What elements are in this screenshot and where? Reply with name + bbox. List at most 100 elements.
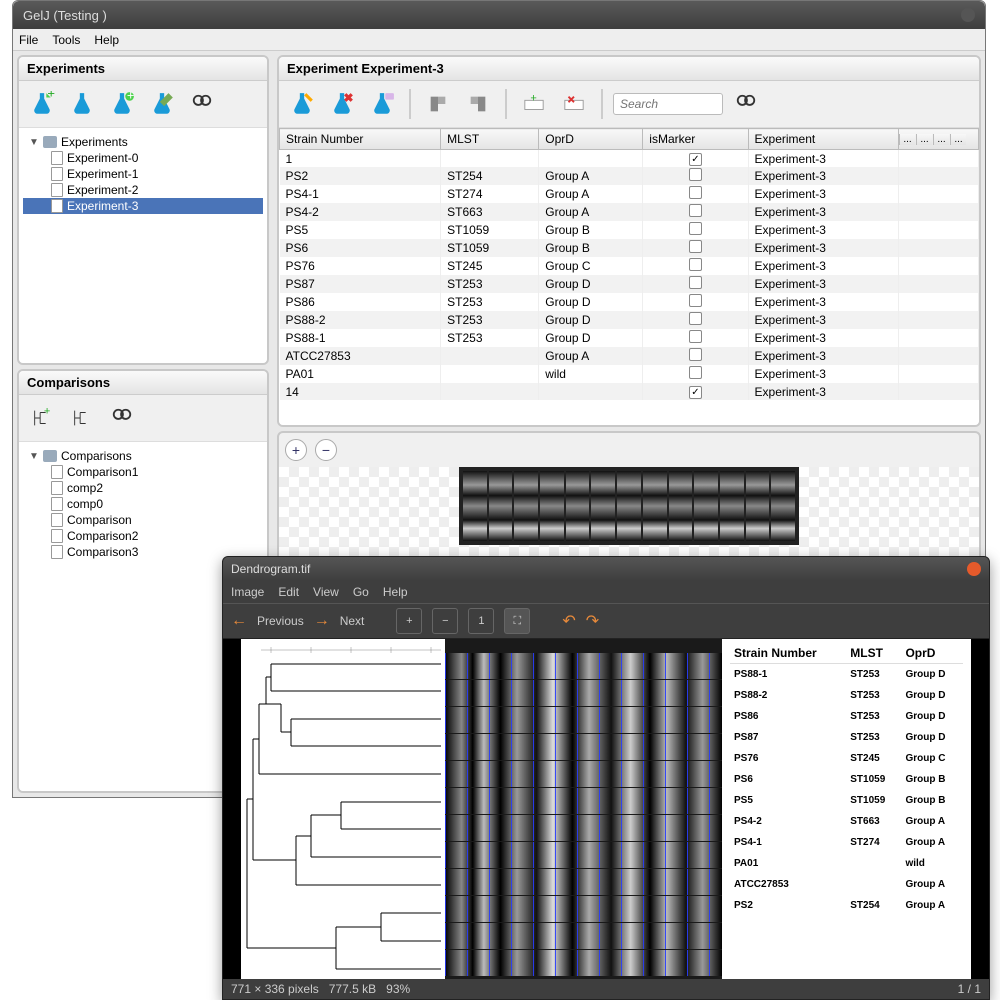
checkbox[interactable]: [689, 240, 702, 253]
table-row[interactable]: PS76ST245Group CExperiment-3: [280, 257, 979, 275]
column-right-icon[interactable]: [461, 87, 495, 121]
table-row: PS5ST1059Group B: [730, 790, 963, 811]
close-icon[interactable]: [961, 8, 975, 22]
viewer-menu-image[interactable]: Image: [231, 585, 264, 599]
checkbox[interactable]: [689, 222, 702, 235]
viewer-menu-help[interactable]: Help: [383, 585, 408, 599]
tree-root-experiments[interactable]: ▼Experiments: [23, 134, 263, 150]
table-row[interactable]: ATCC27853Group AExperiment-3: [280, 347, 979, 365]
checkbox[interactable]: [689, 168, 702, 181]
zoom-fit-tool-icon[interactable]: ⛶: [504, 608, 530, 634]
experiments-tree[interactable]: ▼Experiments Experiment-0Experiment-1Exp…: [19, 128, 267, 363]
svg-text:+: +: [44, 407, 50, 417]
tree-item-comparison[interactable]: comp2: [23, 480, 263, 496]
zoom-out-icon[interactable]: −: [315, 439, 337, 461]
rotate-right-icon[interactable]: ↷: [586, 611, 599, 631]
table-row[interactable]: PS5ST1059Group BExperiment-3: [280, 221, 979, 239]
next-arrow-icon[interactable]: →: [314, 612, 330, 630]
tree-item-experiment[interactable]: Experiment-0: [23, 150, 263, 166]
open-experiment-icon[interactable]: [65, 87, 99, 121]
prev-arrow-icon[interactable]: ←: [231, 612, 247, 630]
zoom-in-tool-icon[interactable]: +: [396, 608, 422, 634]
table-row[interactable]: 1✓Experiment-3: [280, 150, 979, 168]
viewer-menu-view[interactable]: View: [313, 585, 339, 599]
checkbox[interactable]: [689, 258, 702, 271]
table-row[interactable]: PS4-2ST663Group AExperiment-3: [280, 203, 979, 221]
checkbox[interactable]: [689, 330, 702, 343]
titlebar[interactable]: GelJ (Testing ): [13, 1, 985, 29]
tree-item-comparison[interactable]: Comparison: [23, 512, 263, 528]
column-header[interactable]: isMarker: [643, 129, 748, 150]
add-row-icon[interactable]: +: [517, 87, 551, 121]
menu-file[interactable]: File: [19, 33, 38, 47]
checkbox[interactable]: [689, 348, 702, 361]
viewer-menu-edit[interactable]: Edit: [278, 585, 299, 599]
table-row[interactable]: 14✓Experiment-3: [280, 383, 979, 400]
checkbox[interactable]: [689, 366, 702, 379]
strain-table[interactable]: Strain NumberMLSTOprDisMarkerExperiment.…: [279, 128, 979, 425]
zoom-100-tool-icon[interactable]: 1: [468, 608, 494, 634]
find-experiment-icon[interactable]: [185, 87, 219, 121]
tree-item-comparison[interactable]: Comparison1: [23, 464, 263, 480]
add-experiment-icon[interactable]: +: [105, 87, 139, 121]
experiment-detail-title: Experiment Experiment-3: [279, 57, 979, 81]
viewer-titlebar[interactable]: Dendrogram.tif: [223, 557, 989, 581]
edit-experiment-icon[interactable]: [145, 87, 179, 121]
table-row[interactable]: PS6ST1059Group BExperiment-3: [280, 239, 979, 257]
table-row: PS4-2ST663Group A: [730, 811, 963, 832]
new-comparison-icon[interactable]: +: [25, 401, 59, 435]
tree-root-comparisons[interactable]: ▼Comparisons: [23, 448, 263, 464]
checkbox[interactable]: [689, 276, 702, 289]
column-header[interactable]: MLST: [441, 129, 539, 150]
table-row[interactable]: PS4-1ST274Group AExperiment-3: [280, 185, 979, 203]
tree-item-comparison[interactable]: Comparison2: [23, 528, 263, 544]
flask-delete-icon[interactable]: [325, 87, 359, 121]
tree-item-experiment[interactable]: Experiment-3: [23, 198, 263, 214]
zoom-in-icon[interactable]: +: [285, 439, 307, 461]
new-experiment-icon[interactable]: +: [25, 87, 59, 121]
find-comparison-icon[interactable]: [105, 401, 139, 435]
checkbox[interactable]: [689, 312, 702, 325]
flask-add-icon[interactable]: [365, 87, 399, 121]
rotate-left-icon[interactable]: ↶: [562, 611, 575, 631]
table-row[interactable]: PS86ST253Group DExperiment-3: [280, 293, 979, 311]
checkbox[interactable]: [689, 186, 702, 199]
tree-item-experiment[interactable]: Experiment-2: [23, 182, 263, 198]
checkbox[interactable]: [689, 294, 702, 307]
table-row[interactable]: PS87ST253Group DExperiment-3: [280, 275, 979, 293]
search-icon[interactable]: [729, 87, 763, 121]
column-header[interactable]: OprD: [539, 129, 643, 150]
search-input[interactable]: [613, 93, 723, 115]
menu-help[interactable]: Help: [94, 33, 119, 47]
checkbox[interactable]: ✓: [689, 153, 702, 166]
column-header[interactable]: Experiment: [748, 129, 898, 150]
delete-row-icon[interactable]: [557, 87, 591, 121]
flask-edit-icon[interactable]: [285, 87, 319, 121]
table-row[interactable]: PS88-1ST253Group DExperiment-3: [280, 329, 979, 347]
column-header[interactable]: Strain Number: [280, 129, 441, 150]
dendrogram-table: Strain NumberMLSTOprD PS88-1ST253Group D…: [722, 639, 971, 979]
extra-columns[interactable]: ............: [899, 129, 979, 150]
table-row[interactable]: PA01wildExperiment-3: [280, 365, 979, 383]
document-icon: [51, 199, 63, 213]
svg-text:+: +: [127, 91, 135, 103]
checkbox[interactable]: ✓: [689, 386, 702, 399]
document-icon: [51, 151, 63, 165]
prev-button[interactable]: Previous: [257, 614, 304, 628]
table-row[interactable]: PS2ST254Group AExperiment-3: [280, 167, 979, 185]
status-dimensions: 771 × 336 pixels: [231, 982, 319, 996]
tree-item-experiment[interactable]: Experiment-1: [23, 166, 263, 182]
menu-tools[interactable]: Tools: [52, 33, 80, 47]
tree-item-comparison[interactable]: comp0: [23, 496, 263, 512]
column-left-icon[interactable]: [421, 87, 455, 121]
zoom-out-tool-icon[interactable]: −: [432, 608, 458, 634]
viewer-content[interactable]: Strain NumberMLSTOprD PS88-1ST253Group D…: [223, 639, 989, 979]
gel-image: [459, 467, 799, 545]
experiments-title: Experiments: [19, 57, 267, 81]
viewer-menu-go[interactable]: Go: [353, 585, 369, 599]
table-row[interactable]: PS88-2ST253Group DExperiment-3: [280, 311, 979, 329]
viewer-close-icon[interactable]: [967, 562, 981, 576]
open-comparison-icon[interactable]: [65, 401, 99, 435]
checkbox[interactable]: [689, 204, 702, 217]
next-button[interactable]: Next: [340, 614, 365, 628]
